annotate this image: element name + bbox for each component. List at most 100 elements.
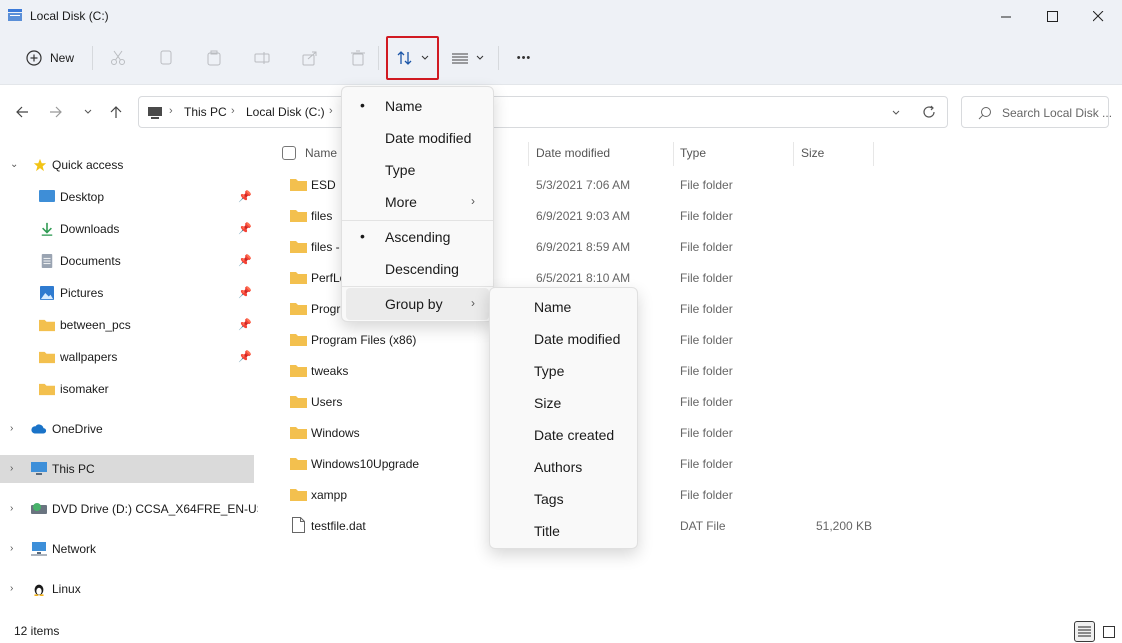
sort-by-type[interactable]: Type xyxy=(346,154,489,186)
sidebar-item-wallpapers[interactable]: wallpapers 📌 xyxy=(0,343,254,371)
close-button[interactable] xyxy=(1075,0,1121,32)
rename-icon xyxy=(254,52,270,64)
up-button[interactable] xyxy=(106,102,126,122)
sidebar-item-desktop[interactable]: Desktop 📌 xyxy=(0,183,254,211)
group-by-option[interactable]: Size xyxy=(494,387,633,419)
delete-button[interactable] xyxy=(344,42,372,74)
column-header-date[interactable]: Date modified xyxy=(536,146,610,160)
minimize-button[interactable] xyxy=(983,0,1029,32)
column-divider[interactable] xyxy=(873,142,874,166)
sidebar-item-label: Linux xyxy=(52,582,81,596)
chevron-right-icon[interactable]: › xyxy=(10,583,13,594)
chevron-right-icon[interactable]: › xyxy=(10,503,13,514)
group-by-option[interactable]: Date created xyxy=(494,419,633,451)
sidebar-item-network[interactable]: › Network xyxy=(0,535,254,563)
pin-icon[interactable]: 📌 xyxy=(238,254,252,267)
file-type: File folder xyxy=(680,240,733,254)
group-by-option[interactable]: Type xyxy=(494,355,633,387)
group-by-option[interactable]: Name xyxy=(494,291,633,323)
plus-circle-icon xyxy=(26,50,42,66)
more-options-button[interactable]: ••• xyxy=(508,42,540,74)
folder-icon xyxy=(290,272,307,284)
sort-ascending[interactable]: • Ascending xyxy=(346,221,489,253)
breadcrumb-this-pc[interactable]: This PC xyxy=(184,105,227,119)
tiles-view-button[interactable] xyxy=(1098,621,1119,642)
sidebar-item-linux[interactable]: › Linux xyxy=(0,575,254,603)
address-row: › This PC › Local Disk (C:) › Search Loc… xyxy=(0,86,1122,138)
app-icon xyxy=(8,9,22,21)
refresh-icon[interactable] xyxy=(922,105,936,119)
search-input[interactable]: Search Local Disk ... xyxy=(961,96,1112,128)
breadcrumb-local-disk[interactable]: Local Disk (C:) xyxy=(246,105,325,119)
group-by[interactable]: Group by › xyxy=(346,288,489,320)
recent-locations-button[interactable] xyxy=(78,102,98,122)
group-by-option[interactable]: Title xyxy=(494,515,633,547)
window-title: Local Disk (C:) xyxy=(30,9,109,23)
pin-icon[interactable]: 📌 xyxy=(238,222,252,235)
file-date: 5/3/2021 7:06 AM xyxy=(536,178,631,192)
sidebar-item-downloads[interactable]: Downloads 📌 xyxy=(0,215,254,243)
folder-icon xyxy=(290,179,307,191)
menu-item-label: Group by xyxy=(385,296,443,312)
sidebar-item-documents[interactable]: Documents 📌 xyxy=(0,247,254,275)
new-button[interactable]: New xyxy=(18,42,82,74)
command-bar: New ••• xyxy=(0,32,1122,85)
view-button[interactable] xyxy=(446,42,490,74)
sort-button[interactable] xyxy=(386,36,439,80)
breadcrumb-separator: › xyxy=(169,105,173,117)
sidebar-item-this-pc[interactable]: › This PC xyxy=(0,455,254,483)
pin-icon[interactable]: 📌 xyxy=(238,350,252,363)
chevron-right-icon[interactable]: › xyxy=(10,543,13,554)
file-type: File folder xyxy=(680,271,733,285)
rename-button[interactable] xyxy=(248,42,276,74)
group-by-option[interactable]: Date modified xyxy=(494,323,633,355)
menu-item-label: Tags xyxy=(534,491,564,507)
column-header-size[interactable]: Size xyxy=(801,146,824,160)
back-button[interactable] xyxy=(12,102,32,122)
document-icon xyxy=(41,254,53,268)
folder-icon xyxy=(290,458,307,470)
pin-icon[interactable]: 📌 xyxy=(238,286,252,299)
pin-icon[interactable]: 📌 xyxy=(238,190,252,203)
sort-by-name[interactable]: • Name xyxy=(346,90,489,122)
pin-icon[interactable]: 📌 xyxy=(238,318,252,331)
chevron-right-icon[interactable]: › xyxy=(10,423,13,434)
sidebar-item-pictures[interactable]: Pictures 📌 xyxy=(0,279,254,307)
sidebar-item-onedrive[interactable]: › OneDrive xyxy=(0,415,254,443)
sort-by-more[interactable]: More › xyxy=(346,186,489,218)
sidebar-item-between-pcs[interactable]: between_pcs 📌 xyxy=(0,311,254,339)
folder-icon xyxy=(290,241,307,253)
sidebar-item-dvd-drive[interactable]: › DVD Drive (D:) CCSA_X64FRE_EN-US_D xyxy=(0,495,280,523)
paste-button[interactable] xyxy=(200,42,228,74)
column-divider[interactable] xyxy=(528,142,529,166)
maximize-button[interactable] xyxy=(1029,0,1075,32)
column-divider[interactable] xyxy=(673,142,674,166)
column-header-name[interactable]: Name xyxy=(305,146,337,160)
column-divider[interactable] xyxy=(793,142,794,166)
group-by-option[interactable]: Authors xyxy=(494,451,633,483)
sidebar-item-isomaker[interactable]: isomaker xyxy=(0,375,254,403)
sidebar-item-quick-access[interactable]: ⌄ Quick access xyxy=(0,151,254,179)
forward-button[interactable] xyxy=(46,102,66,122)
address-bar[interactable]: › This PC › Local Disk (C:) › xyxy=(138,96,948,128)
menu-item-label: Ascending xyxy=(385,229,451,245)
select-all-checkbox[interactable] xyxy=(282,146,296,160)
minimize-icon xyxy=(1000,16,1011,17)
chevron-right-icon[interactable]: › xyxy=(10,463,13,474)
chevron-down-icon[interactable]: ⌄ xyxy=(10,159,18,170)
share-button[interactable] xyxy=(296,42,324,74)
file-size: 51,200 KB xyxy=(816,519,873,533)
column-header-type[interactable]: Type xyxy=(680,146,706,160)
menu-item-label: Date modified xyxy=(385,130,472,146)
cut-button[interactable] xyxy=(104,42,132,74)
group-by-option[interactable]: Tags xyxy=(494,483,633,515)
sort-by-date-modified[interactable]: Date modified xyxy=(346,122,489,154)
folder-icon xyxy=(39,351,55,364)
details-view-button[interactable] xyxy=(1074,621,1095,642)
copy-button[interactable] xyxy=(152,42,180,74)
sort-descending[interactable]: Descending xyxy=(346,253,489,285)
share-icon xyxy=(302,51,317,66)
selected-bullet-icon: • xyxy=(360,97,365,113)
chevron-down-icon[interactable] xyxy=(891,109,901,117)
sidebar-item-label: Downloads xyxy=(60,222,120,236)
